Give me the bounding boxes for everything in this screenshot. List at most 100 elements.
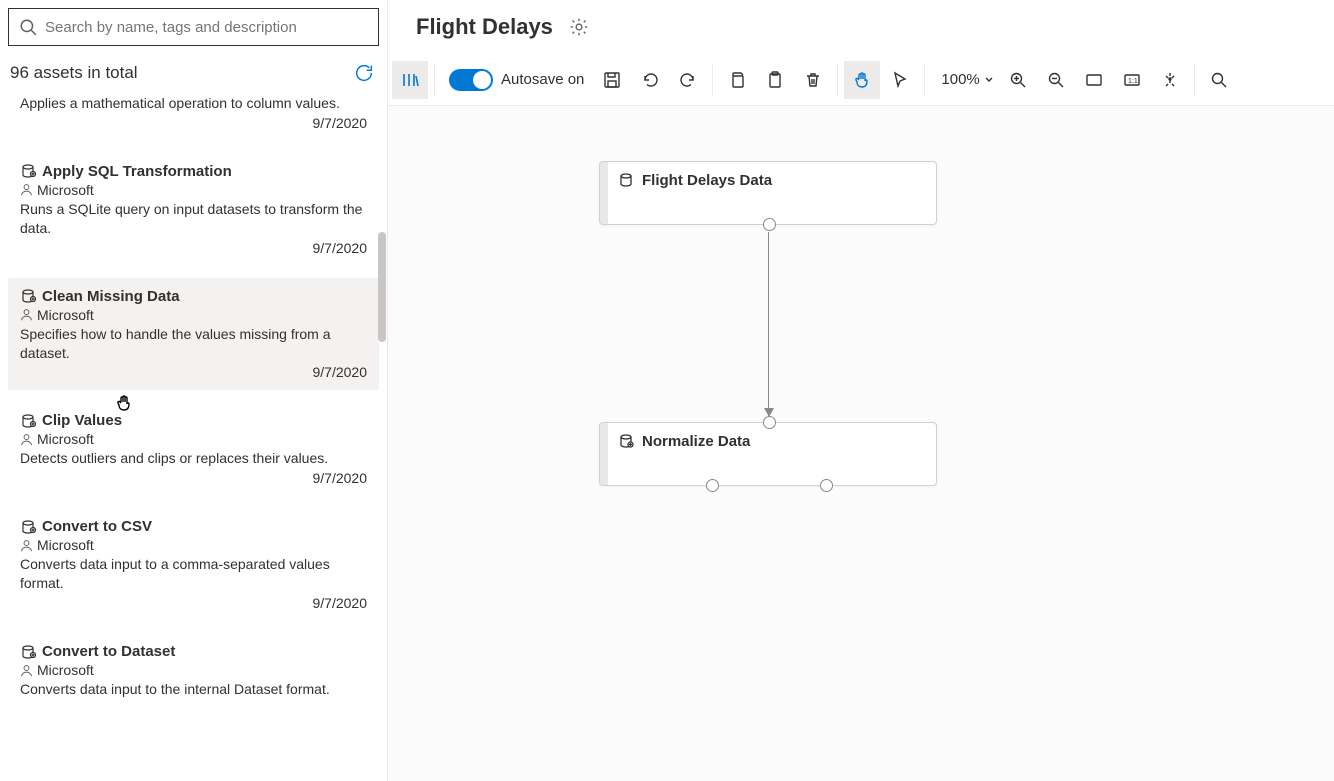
actual-size-button[interactable]: 1:1 [1114,61,1150,99]
asset-title: Clip Values [20,412,367,429]
gear-icon[interactable] [569,17,589,37]
page-title: Flight Delays [416,14,553,40]
separator [924,64,925,96]
separator [712,64,713,96]
output-port[interactable] [820,479,833,492]
asset-date: 9/7/2020 [20,595,367,611]
undo-button[interactable] [632,61,668,99]
scrollbar[interactable] [377,92,387,781]
asset-date: 9/7/2020 [20,240,367,256]
asset-description: Converts data input to a comma-separated… [20,555,367,593]
asset-date: 9/7/2020 [20,115,367,131]
node-title: Flight Delays Data [642,172,772,189]
asset-title-text: Clip Values [42,412,122,429]
chevron-down-icon [984,75,994,85]
separator [434,64,435,96]
asset-author: Microsoft [20,431,367,447]
scrollbar-thumb[interactable] [378,232,386,342]
node-title: Normalize Data [642,433,750,450]
redo-button[interactable] [670,61,706,99]
person-icon [20,308,33,321]
asset-description: Runs a SQLite query on input datasets to… [20,200,367,238]
save-button[interactable] [594,61,630,99]
person-icon [20,539,33,552]
search-canvas-button[interactable] [1201,61,1237,99]
asset-list[interactable]: Applies a mathematical operation to colu… [0,92,387,781]
separator [1194,64,1195,96]
toolbar: Autosave on 100% [388,54,1334,106]
node-accent [600,162,608,224]
asset-title-text: Clean Missing Data [42,288,180,305]
asset-description: Specifies how to handle the values missi… [20,325,367,363]
zoom-out-button[interactable] [1038,61,1074,99]
search-icon [19,18,37,36]
autosave-toggle[interactable]: Autosave on [441,69,592,91]
asset-item[interactable]: Clean Missing Data Microsoft Specifies h… [8,278,379,391]
asset-description: Detects outliers and clips or replaces t… [20,449,367,468]
search-box[interactable] [8,8,379,46]
module-icon [618,433,634,449]
library-toggle-button[interactable] [392,61,428,99]
asset-author: Microsoft [20,307,367,323]
person-icon [20,183,33,196]
main: Flight Delays Autosave on [388,0,1334,781]
asset-author: Microsoft [20,182,367,198]
asset-description: Converts data input to the internal Data… [20,680,367,699]
module-icon [20,413,36,429]
module-icon [20,163,36,179]
asset-item[interactable]: Applies a mathematical operation to colu… [8,92,379,141]
header: Flight Delays [388,0,1334,54]
zoom-value: 100% [941,71,979,88]
copy-button[interactable] [719,61,755,99]
module-icon [20,644,36,660]
autosave-label: Autosave on [501,71,584,88]
search-input[interactable] [45,19,368,36]
canvas[interactable]: Flight Delays Data Normalize Data [388,106,1334,781]
person-icon [20,433,33,446]
node-normalize-data[interactable]: Normalize Data [599,422,937,486]
select-tool-button[interactable] [882,61,918,99]
asset-author: Microsoft [20,537,367,553]
paste-button[interactable] [757,61,793,99]
asset-title-text: Convert to Dataset [42,643,175,660]
toggle-track[interactable] [449,69,493,91]
asset-item[interactable]: Convert to Dataset Microsoft Converts da… [8,633,379,709]
sidebar: 96 assets in total Applies a mathematica… [0,0,388,781]
module-icon [20,288,36,304]
svg-text:1:1: 1:1 [1128,78,1138,85]
zoom-dropdown[interactable]: 100% [931,71,997,88]
zoom-in-button[interactable] [1000,61,1036,99]
person-icon [20,664,33,677]
asset-description: Applies a mathematical operation to colu… [20,94,367,113]
asset-date: 9/7/2020 [20,470,367,486]
edge[interactable] [768,232,769,418]
refresh-icon[interactable] [353,62,375,84]
separator [837,64,838,96]
node-accent [600,423,608,485]
delete-button[interactable] [795,61,831,99]
asset-title: Convert to CSV [20,518,367,535]
module-icon [20,519,36,535]
asset-author-text: Microsoft [37,431,94,447]
search-wrapper [0,0,387,54]
asset-item[interactable]: Clip Values Microsoft Detects outliers a… [8,402,379,496]
fit-screen-button[interactable] [1076,61,1112,99]
asset-title: Apply SQL Transformation [20,163,367,180]
input-port[interactable] [763,416,776,429]
asset-author-text: Microsoft [37,182,94,198]
asset-author-text: Microsoft [37,307,94,323]
asset-item[interactable]: Apply SQL Transformation Microsoft Runs … [8,153,379,266]
asset-date: 9/7/2020 [20,364,367,380]
output-port[interactable] [763,218,776,231]
asset-author: Microsoft [20,662,367,678]
asset-author-text: Microsoft [37,662,94,678]
output-port[interactable] [706,479,719,492]
node-flight-delays-data[interactable]: Flight Delays Data [599,161,937,225]
assets-count-label: 96 assets in total [10,63,138,83]
asset-title-text: Convert to CSV [42,518,152,535]
asset-author-text: Microsoft [37,537,94,553]
pan-tool-button[interactable] [844,61,880,99]
autolayout-button[interactable] [1152,61,1188,99]
assets-count-bar: 96 assets in total [0,54,387,92]
asset-item[interactable]: Convert to CSV Microsoft Converts data i… [8,508,379,621]
